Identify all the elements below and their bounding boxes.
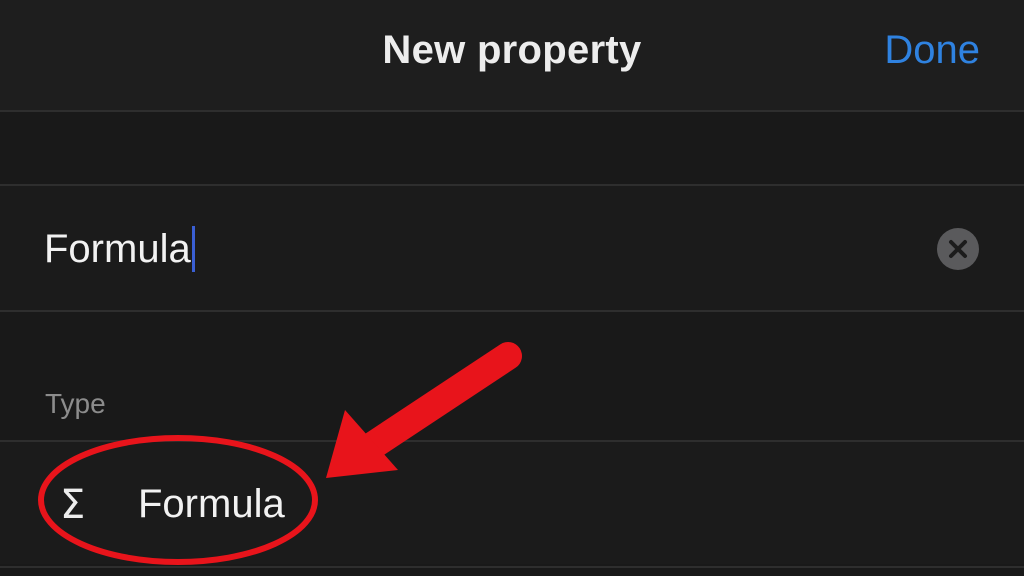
clear-x-icon bbox=[949, 240, 967, 258]
property-name-input[interactable]: Formula bbox=[44, 226, 195, 272]
field-bottom-divider bbox=[0, 310, 1024, 312]
nav-divider bbox=[0, 110, 1024, 112]
property-name-value: Formula bbox=[44, 226, 191, 271]
annotation-arrow-shaft bbox=[358, 342, 522, 460]
nav-bar: New property Done bbox=[0, 0, 1024, 110]
sigma-icon: Σ bbox=[60, 482, 86, 528]
page-title: New property bbox=[382, 28, 642, 72]
type-bottom-divider bbox=[0, 566, 1024, 568]
clear-text-button[interactable] bbox=[937, 228, 979, 270]
done-button[interactable]: Done bbox=[884, 28, 980, 73]
type-option-label: Formula bbox=[138, 482, 285, 526]
type-section-label: Type bbox=[45, 388, 106, 419]
text-caret bbox=[191, 226, 195, 272]
